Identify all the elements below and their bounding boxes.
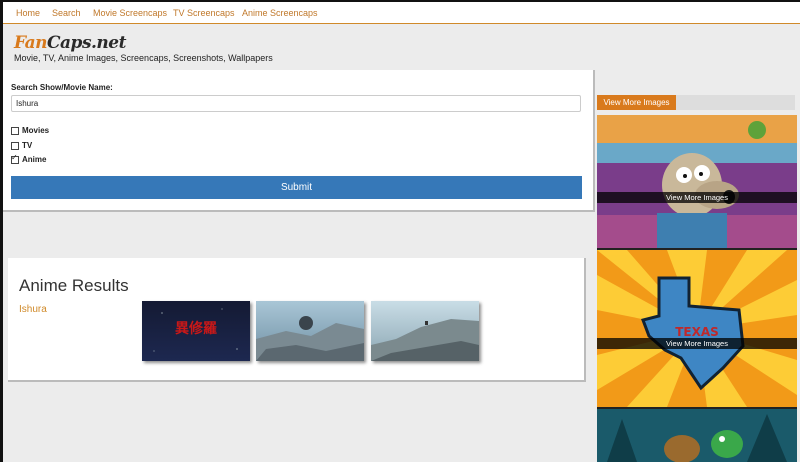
sidebar-card-2-label[interactable]: View More Images [597, 338, 797, 349]
search-label: Search Show/Movie Name: [11, 83, 113, 92]
search-input[interactable] [11, 95, 581, 112]
texas-word-art: TEXAS [675, 325, 719, 339]
title-art-text: 異修羅 [175, 320, 217, 337]
nav-tv-screencaps[interactable]: TV Screencaps [173, 8, 235, 18]
checkbox-movies-label: Movies [22, 126, 50, 135]
sidebar-image-card-1[interactable]: View More Images [597, 115, 797, 250]
checkbox-anime-row[interactable]: Anime [11, 153, 47, 164]
checkbox-movies-row[interactable]: Movies [11, 126, 49, 135]
cartoon-wallaby-image [597, 115, 797, 248]
results-panel: Anime Results Ishura 異修羅 [8, 258, 586, 382]
result-show-link[interactable]: Ishura [19, 304, 47, 315]
top-navbar: Home Search Movie Screencaps TV Screenca… [3, 2, 800, 24]
texas-map-sunburst-image: TEXAS [597, 250, 797, 407]
nav-search[interactable]: Search [52, 8, 81, 18]
checkbox-anime-label: Anime [22, 155, 47, 164]
rocky-landscape-image [256, 301, 364, 361]
anime-title-card-image: 異修羅 [142, 301, 250, 361]
checkbox-tv[interactable] [11, 141, 19, 150]
logo-part-fan: Fan [14, 33, 48, 53]
sidebar-card-1-label[interactable]: View More Images [597, 192, 797, 203]
checkbox-tv-row[interactable]: TV [11, 141, 32, 150]
result-thumbnail-1[interactable]: 異修羅 [142, 301, 250, 361]
site-tagline: Movie, TV, Anime Images, Screencaps, Scr… [14, 53, 273, 63]
site-logo[interactable]: FanCaps.net [14, 33, 126, 53]
result-thumbnail-3[interactable] [371, 301, 479, 361]
checkbox-movies[interactable] [11, 126, 19, 135]
sidebar-image-card-2[interactable]: TEXAS View More Images [597, 250, 797, 409]
search-panel: Search Show/Movie Name: Movies TV Anime … [3, 70, 595, 212]
sidebar-image-card-3[interactable] [597, 409, 797, 462]
checkbox-tv-label: TV [22, 141, 33, 150]
rocky-landscape-image [371, 301, 479, 361]
checkbox-anime[interactable] [11, 153, 19, 164]
logo-part-caps: Caps.net [47, 33, 126, 53]
submit-button[interactable]: Submit [11, 176, 582, 199]
results-title: Anime Results [19, 276, 129, 295]
cartoon-dogs-forest-image [597, 409, 797, 462]
nav-movie-screencaps[interactable]: Movie Screencaps [93, 8, 167, 18]
result-thumbnail-2[interactable] [256, 301, 364, 361]
nav-anime-screencaps[interactable]: Anime Screencaps [242, 8, 318, 18]
nav-home[interactable]: Home [16, 8, 40, 18]
view-more-images-button[interactable]: View More Images [597, 95, 676, 110]
